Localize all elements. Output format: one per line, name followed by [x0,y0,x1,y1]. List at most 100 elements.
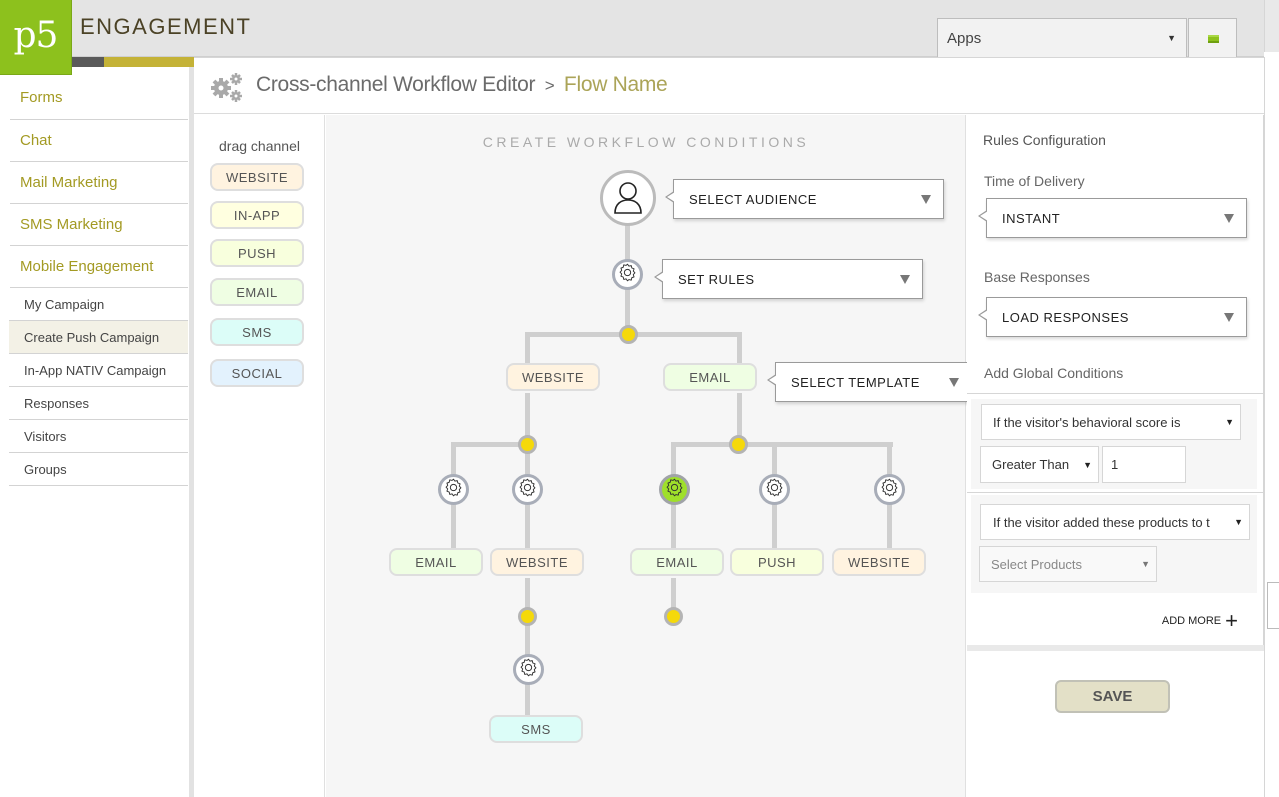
gears-icon [209,72,245,108]
palette-chip-push[interactable]: PUSH [210,239,304,267]
time-of-delivery-dropdown[interactable]: INSTANT [978,198,1247,238]
rules-configuration-panel: Rules Configuration Time of Delivery INS… [967,115,1264,797]
logo[interactable]: p5 [0,0,72,75]
palette-chip-sms[interactable]: SMS [210,318,304,346]
brand-title: ENGAGEMENT [80,14,252,39]
user-icon [614,182,642,214]
rules-gear-node[interactable] [438,474,469,505]
split-point[interactable] [518,435,537,454]
page-header: Cross-channel Workflow Editor > Flow Nam… [194,57,1264,114]
time-of-delivery-value: INSTANT [1002,210,1061,226]
sidebar-item-forms[interactable]: Forms [10,75,188,120]
sidebar: Forms Chat Mail Marketing SMS Marketing … [0,75,190,797]
caret-down-icon: ▼ [1138,559,1150,569]
node-website[interactable]: WEBSITE [506,363,600,391]
select-template-dropdown[interactable]: SELECT TEMPLATE [767,362,972,402]
connector-line [671,442,893,447]
global-conditions-label: Add Global Conditions [984,365,1124,381]
score-value-input[interactable]: 1 [1102,446,1186,483]
sidebar-item-sms-marketing[interactable]: SMS Marketing [10,204,188,246]
channel-palette: drag channel WEBSITE IN-APP PUSH EMAIL S… [194,115,325,797]
save-area: SAVE [967,645,1264,797]
topbar-edge [1264,0,1279,52]
set-rules-dropdown[interactable]: SET RULES [654,259,923,299]
gear-icon [664,477,685,502]
sidebar-item-chat[interactable]: Chat [10,120,188,162]
save-button[interactable]: SAVE [1055,680,1170,713]
breadcrumb-separator: > [544,76,555,95]
split-point[interactable] [518,607,537,626]
sidebar-item-mail-marketing[interactable]: Mail Marketing [10,162,188,204]
products-select[interactable]: Select Products ▼ [979,546,1157,582]
connector-line [525,393,530,552]
connector-line [525,578,530,718]
caret-down-icon: ▼ [1222,417,1234,427]
condition-type-select[interactable]: If the visitor added these products to t… [980,504,1250,540]
rules-gear-node[interactable] [513,654,544,685]
brand-stripe [72,57,194,67]
menu-button[interactable] [1188,18,1237,57]
palette-chip-website[interactable]: WEBSITE [210,163,304,191]
plus-icon: + [1225,608,1238,633]
top-bar: ENGAGEMENT Apps ▼ [0,0,1264,57]
palette-heading: drag channel [219,138,300,154]
base-responses-label: Base Responses [984,269,1090,285]
sidebar-subitem-groups[interactable]: Groups [9,453,188,486]
rules-gear-node[interactable] [874,474,905,505]
sidebar-subitem-my-campaign[interactable]: My Campaign [9,288,188,321]
add-more-button[interactable]: ADD MORE + [1162,608,1238,633]
node-website[interactable]: WEBSITE [832,548,926,576]
caret-down-icon: ▼ [1080,459,1092,470]
apps-select[interactable]: Apps ▼ [937,18,1187,57]
right-edge [1264,57,1279,797]
workflow-canvas: CREATE WORKFLOW CONDITIONS SELECT AUDIEN… [326,115,972,797]
sidebar-item-mobile-engagement[interactable]: Mobile Engagement [10,246,188,288]
base-responses-value: LOAD RESPONSES [1002,309,1129,325]
condition-type-select[interactable]: If the visitor's behavioral score is ▼ [981,404,1241,440]
operator-select[interactable]: Greater Than ▼ [980,446,1099,483]
gear-icon [518,657,539,682]
select-audience-label: SELECT AUDIENCE [689,191,817,207]
select-audience-dropdown[interactable]: SELECT AUDIENCE [665,179,944,219]
node-email[interactable]: EMAIL [663,363,757,391]
products-placeholder: Select Products [991,556,1083,572]
sidebar-subitem-in-app-nativ-campaign[interactable]: In-App NATIV Campaign [9,354,188,387]
rules-gear-node[interactable] [759,474,790,505]
operator-value: Greater Than [992,457,1070,472]
breadcrumb-root[interactable]: Cross-channel Workflow Editor [256,73,535,96]
sidebar-subitem-create-push-campaign[interactable]: Create Push Campaign [9,321,188,354]
menu-icon [1208,35,1219,43]
rules-gear-node[interactable] [612,259,643,290]
condition-type-value: If the visitor added these products to t [993,514,1210,530]
node-email[interactable]: EMAIL [389,548,483,576]
node-push[interactable]: PUSH [730,548,824,576]
flow-name[interactable]: Flow Name [564,73,668,96]
gear-icon [517,477,538,502]
rules-gear-node-active[interactable] [659,474,690,505]
set-rules-label: SET RULES [678,271,755,287]
split-point[interactable] [664,607,683,626]
condition-block: If the visitor added these products to t… [971,495,1257,593]
rules-gear-node[interactable] [512,474,543,505]
split-point[interactable] [619,325,638,344]
palette-chip-in-app[interactable]: IN-APP [210,201,304,229]
caret-down-icon [1224,214,1234,223]
sidebar-sub-nav: My Campaign Create Push Campaign In-App … [9,288,188,486]
sidebar-main-nav: Forms Chat Mail Marketing SMS Marketing … [10,75,188,288]
sidebar-subitem-visitors[interactable]: Visitors [9,420,188,453]
node-email[interactable]: EMAIL [630,548,724,576]
palette-chip-social[interactable]: SOCIAL [210,359,304,387]
caret-down-icon [921,195,931,204]
audience-node[interactable] [600,170,656,226]
palette-chip-email[interactable]: EMAIL [210,278,304,306]
split-point[interactable] [729,435,748,454]
time-of-delivery-label: Time of Delivery [984,173,1085,189]
caret-down-icon [900,275,910,284]
sidebar-subitem-responses[interactable]: Responses [9,387,188,420]
node-website[interactable]: WEBSITE [490,548,584,576]
canvas-heading: CREATE WORKFLOW CONDITIONS [482,134,810,150]
caret-down-icon: ▼ [1231,517,1243,527]
node-sms[interactable]: SMS [489,715,583,743]
caret-down-icon [1224,313,1234,322]
base-responses-dropdown[interactable]: LOAD RESPONSES [978,297,1247,337]
